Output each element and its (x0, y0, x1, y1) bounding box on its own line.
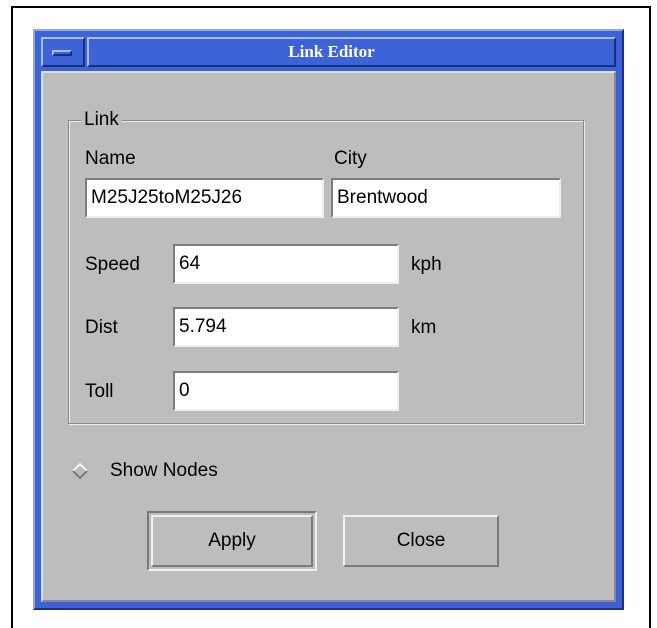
toll-label: Toll (85, 381, 114, 402)
name-label: Name (85, 148, 136, 169)
toll-field[interactable]: 0 (173, 371, 399, 411)
window-menu-icon (52, 50, 72, 56)
title-area[interactable]: Link Editor (87, 37, 616, 67)
dist-field[interactable]: 5.794 (173, 307, 399, 347)
speed-unit: kph (411, 254, 442, 275)
speed-label: Speed (85, 254, 140, 275)
title-bar[interactable]: Link Editor (41, 37, 616, 67)
city-label: City (334, 148, 367, 169)
close-button[interactable]: Close (343, 515, 499, 567)
speed-field[interactable]: 64 (173, 244, 399, 284)
dist-unit: km (411, 317, 437, 338)
show-nodes-label[interactable]: Show Nodes (110, 460, 218, 482)
window-title: Link Editor (288, 42, 375, 61)
dist-label: Dist (85, 317, 118, 338)
apply-button[interactable]: Apply (151, 515, 313, 567)
city-field[interactable]: Brentwood (331, 178, 561, 218)
show-nodes-radio-icon[interactable] (72, 463, 88, 479)
window-menu-button[interactable] (41, 37, 85, 67)
name-field[interactable]: M25J25toM25J26 (85, 178, 324, 218)
dialog-body: Link Name City M25J25toM25J26 Brentwood … (41, 71, 616, 602)
link-editor-window: Link Editor Link Name City M25J25toM25J2… (33, 29, 624, 610)
link-group-legend: Link (81, 109, 122, 131)
